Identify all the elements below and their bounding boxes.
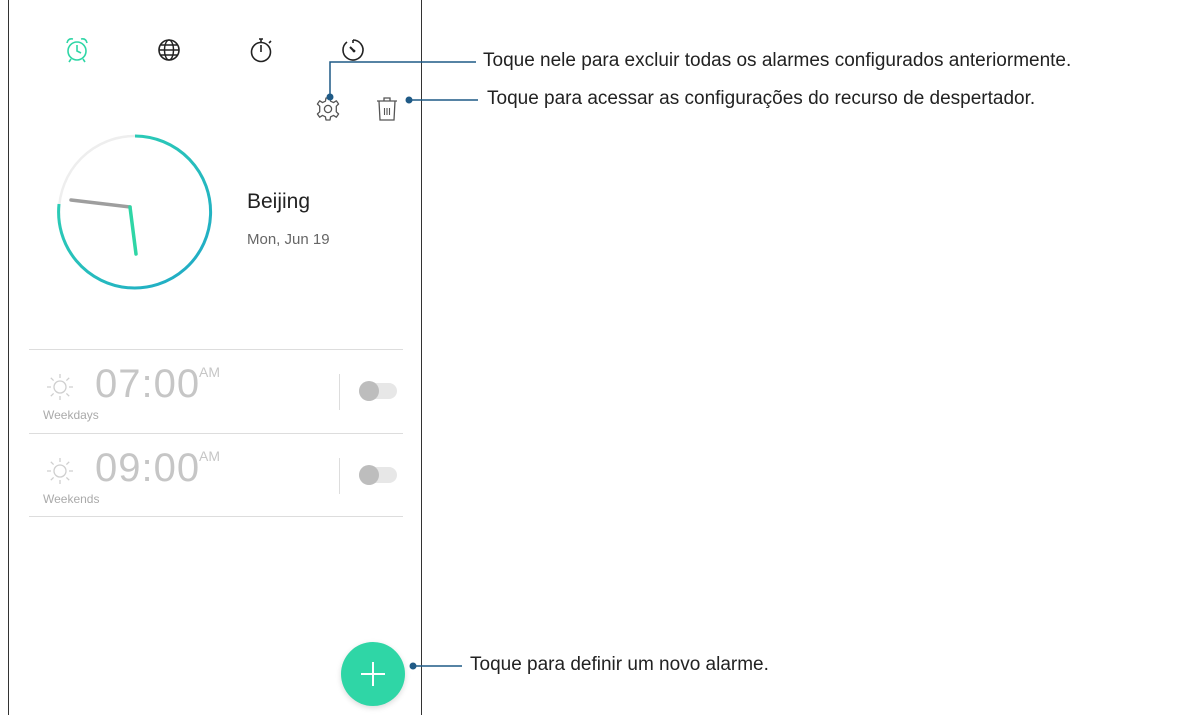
tab-timer[interactable] [338,35,368,65]
toggle-knob [359,381,379,401]
callout-settings: Toque para acessar as configurações do r… [487,88,1036,109]
alarm-ampm: AM [199,364,220,380]
city-name: Beijing [247,190,311,213]
alarm-toggle[interactable] [359,465,397,485]
phone-screen: Beijing Mon, Jun 19 07:00 AM Weekdays 09… [8,0,422,715]
gear-icon [316,97,340,121]
plus-icon [361,662,385,686]
toggle-knob [359,465,379,485]
delete-all-button[interactable] [373,95,401,123]
tab-stopwatch[interactable] [246,35,276,65]
stopwatch-icon [250,38,272,63]
hour-hand [69,198,132,209]
globe-icon [158,39,180,61]
tab-alarm[interactable] [62,35,92,65]
sun-icon [47,458,73,484]
settings-button[interactable] [314,95,342,123]
alarm-time: 09:00 [95,446,201,490]
tab-world-clock[interactable] [154,35,184,65]
alarm-repeat: Weekends [43,492,100,506]
analog-clock [57,134,213,290]
callout-delete: Toque nele para excluir todas os alarmes… [483,50,1072,71]
city-date: Mon, Jun 19 [247,231,330,248]
alarm-item[interactable]: 07:00 AM Weekdays [29,349,403,433]
alarm-item[interactable]: 09:00 AM Weekends [29,433,403,517]
alarm-ampm: AM [199,448,220,464]
callout-add: Toque para definir um novo alarme. [470,654,769,675]
alarm-icon [66,38,88,63]
divider [339,374,340,410]
divider [339,458,340,494]
alarm-toggle[interactable] [359,381,397,401]
trash-icon [377,97,397,121]
sun-icon [47,374,73,400]
alarm-time: 07:00 [95,362,201,406]
add-alarm-button[interactable] [341,642,405,706]
timer-icon [342,39,364,61]
minute-hand [128,205,138,256]
alarm-repeat: Weekdays [43,408,99,422]
